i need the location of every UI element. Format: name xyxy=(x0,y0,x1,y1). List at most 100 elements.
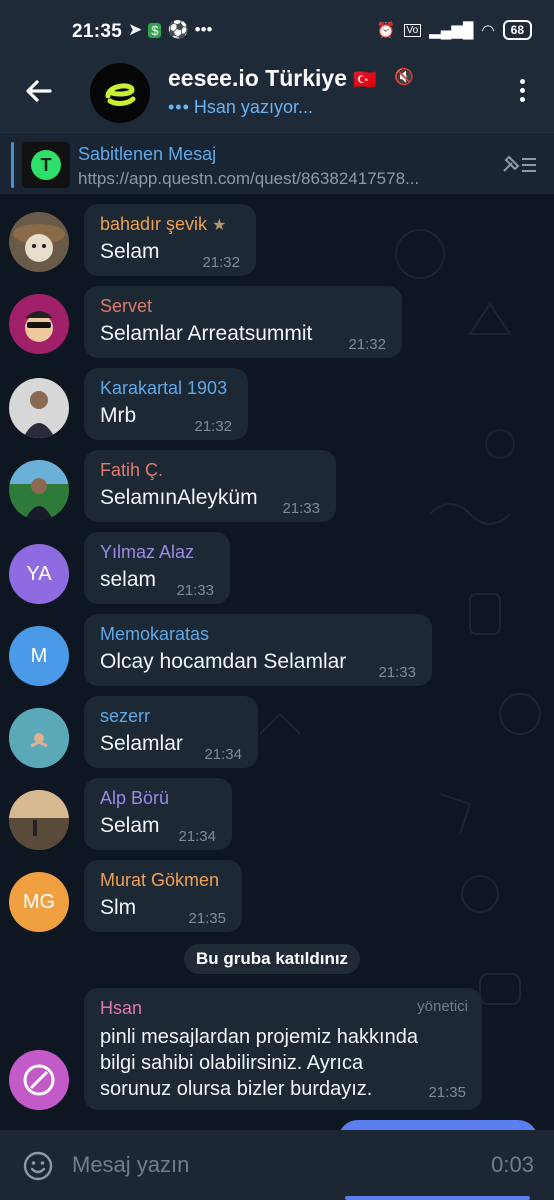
message-row[interactable]: Servet Selamlar Arreatsummit 21:32 xyxy=(0,286,554,358)
home-indicator xyxy=(345,1196,530,1200)
avatar[interactable] xyxy=(9,1050,69,1110)
message-bubble[interactable]: Karakartal 1903 Mrb 21:32 xyxy=(84,368,248,440)
chat-title[interactable]: eesee.io Türkiye 🇹🇷 xyxy=(168,65,377,92)
star-badge-icon: ★ xyxy=(212,217,227,234)
pinned-thumbnail: T xyxy=(22,142,70,188)
message-bubble[interactable]: bahadır şevik ★ Selam 21:32 xyxy=(84,204,256,276)
wifi-icon: ◠ xyxy=(481,22,495,39)
message-bubble[interactable]: Hsan yönetici pinli mesajlardan projemiz… xyxy=(84,988,482,1110)
sender-name: Yılmaz Alaz xyxy=(100,542,195,562)
message-line: bilgi sahibi olabilirsiniz. Ayrıca xyxy=(100,1052,364,1074)
typing-text: Hsan yazıyor... xyxy=(193,97,313,117)
status-bar: 21:35 ➤ $ ⚽ ••• ⏰ Vo ▂▄▆█ ◠ 68 xyxy=(0,0,554,60)
avatar[interactable]: YA xyxy=(9,544,69,604)
avatar[interactable]: M xyxy=(9,626,69,686)
admin-avatar-icon xyxy=(23,1064,55,1096)
sender-name: Karakartal 1903 xyxy=(100,378,228,398)
message-text: Selamlar xyxy=(100,732,183,755)
message-time: 21:32 xyxy=(348,336,386,353)
pinned-message-bar[interactable]: T Sabitlenen Mesaj https://app.questn.co… xyxy=(0,132,554,195)
message-bubble[interactable]: Murat Gökmen Slm 21:35 xyxy=(84,860,242,932)
typing-dots-icon: ••• xyxy=(168,97,190,117)
eesee-logo-icon xyxy=(105,83,136,106)
chat-header: eesee.io Türkiye 🇹🇷 🔇 ••• Hsan yazıyor... xyxy=(0,60,554,132)
pinned-title: Sabitlenen Mesaj xyxy=(78,144,217,164)
sender-name: Hsan xyxy=(100,998,143,1018)
muted-icon: 🔇 xyxy=(394,69,414,86)
chat-title-text: eesee.io Türkiye xyxy=(168,65,347,91)
message-time: 21:32 xyxy=(202,254,240,271)
battery-indicator: 68 xyxy=(502,20,532,40)
avatar[interactable] xyxy=(9,378,69,438)
message-list[interactable]: bahadır şevik ★ Selam 21:32 Servet Selam… xyxy=(0,194,554,1130)
back-arrow-icon[interactable] xyxy=(22,74,56,108)
message-input[interactable]: Mesaj yazın xyxy=(72,1152,189,1178)
sender-name: bahadır şevik ★ xyxy=(100,214,227,234)
turkey-flag-icon: 🇹🇷 xyxy=(353,70,378,91)
message-bubble[interactable]: sezerr Selamlar 21:34 xyxy=(84,696,258,768)
service-message: Bu gruba katıldınız xyxy=(184,944,361,974)
message-time: 21:35 xyxy=(188,910,226,927)
app-notification-icon: $ xyxy=(148,22,162,38)
message-bubble[interactable]: Alp Börü Selam 21:34 xyxy=(84,778,232,850)
avatar[interactable] xyxy=(9,708,69,768)
message-time: 21:33 xyxy=(176,582,214,599)
telegram-icon: ➤ xyxy=(128,20,143,39)
message-time: 21:35 xyxy=(428,1084,466,1101)
message-row[interactable]: YA Yılmaz Alaz selam 21:33 xyxy=(0,532,554,604)
sender-name: Memokaratas xyxy=(100,624,210,644)
message-row[interactable]: Alp Börü Selam 21:34 xyxy=(0,778,554,850)
svg-text:T: T xyxy=(41,155,52,175)
message-row[interactable]: MG Murat Gökmen Slm 21:35 xyxy=(0,860,554,932)
message-bubble[interactable]: Servet Selamlar Arreatsummit 21:32 xyxy=(84,286,402,358)
message-time: 21:33 xyxy=(282,500,320,517)
message-line: pinli mesajlardan projemiz hakkında xyxy=(100,1026,418,1048)
recording-time: 0:03 xyxy=(491,1152,534,1177)
sender-name: Fatih Ç. xyxy=(100,460,164,480)
message-line: sorunuz olursa bizler burdayız. xyxy=(100,1078,373,1100)
football-icon: ⚽ xyxy=(167,20,189,39)
message-row[interactable]: Hsan yönetici pinli mesajlardan projemiz… xyxy=(0,988,554,1112)
volte-icon: Vo xyxy=(403,23,422,37)
alarm-off-icon: ⏰ xyxy=(376,22,396,39)
message-text: Mrb xyxy=(100,404,137,427)
message-text: SelamınAleyküm xyxy=(100,486,258,509)
message-time: 21:33 xyxy=(378,664,416,681)
message-row[interactable]: sezerr Selamlar 21:34 xyxy=(0,696,554,768)
avatar[interactable] xyxy=(9,294,69,354)
sender-name: sezerr xyxy=(100,706,151,726)
avatar[interactable] xyxy=(9,460,69,520)
message-row[interactable]: Karakartal 1903 Mrb 21:32 xyxy=(0,368,554,440)
message-bubble[interactable]: Memokaratas Olcay hocamdan Selamlar 21:3… xyxy=(84,614,432,686)
message-time: 21:34 xyxy=(178,828,216,845)
message-text: Olcay hocamdan Selamlar xyxy=(100,650,347,673)
pinned-indicator xyxy=(11,142,14,188)
more-options-icon[interactable] xyxy=(518,79,526,102)
message-time: 21:34 xyxy=(204,746,242,763)
signal-icon: ▂▄▆█ xyxy=(429,22,474,39)
message-row[interactable]: Fatih Ç. SelamınAleyküm 21:33 xyxy=(0,450,554,522)
status-time: 21:35 xyxy=(72,21,123,42)
group-avatar[interactable] xyxy=(90,63,150,123)
more-notifications-icon: ••• xyxy=(194,20,213,39)
message-row[interactable]: M Memokaratas Olcay hocamdan Selamlar 21… xyxy=(0,614,554,686)
message-text: selam xyxy=(100,568,157,591)
pinned-list-icon[interactable] xyxy=(500,151,538,177)
message-text: pinli mesajlardan projemiz hakkında bilg… xyxy=(100,1024,418,1102)
typing-status: ••• Hsan yazıyor... xyxy=(168,97,313,118)
avatar[interactable] xyxy=(9,212,69,272)
message-text: Slm xyxy=(100,896,137,919)
admin-badge: yönetici xyxy=(417,998,468,1015)
message-bubble[interactable]: Fatih Ç. SelamınAleyküm 21:33 xyxy=(84,450,336,522)
message-time: 21:32 xyxy=(194,418,232,435)
sender-name: Alp Börü xyxy=(100,788,170,808)
message-text: Selam xyxy=(100,814,160,837)
avatar[interactable] xyxy=(9,790,69,850)
message-bubble[interactable]: Yılmaz Alaz selam 21:33 xyxy=(84,532,230,604)
message-text: Selamlar Arreatsummit xyxy=(100,322,313,345)
emoji-icon[interactable] xyxy=(22,1150,54,1182)
avatar[interactable]: MG xyxy=(9,872,69,932)
message-row[interactable]: bahadır şevik ★ Selam 21:32 xyxy=(0,204,554,276)
message-input-bar: Mesaj yazın 0:03 xyxy=(0,1130,554,1200)
message-text: Selam xyxy=(100,240,160,263)
